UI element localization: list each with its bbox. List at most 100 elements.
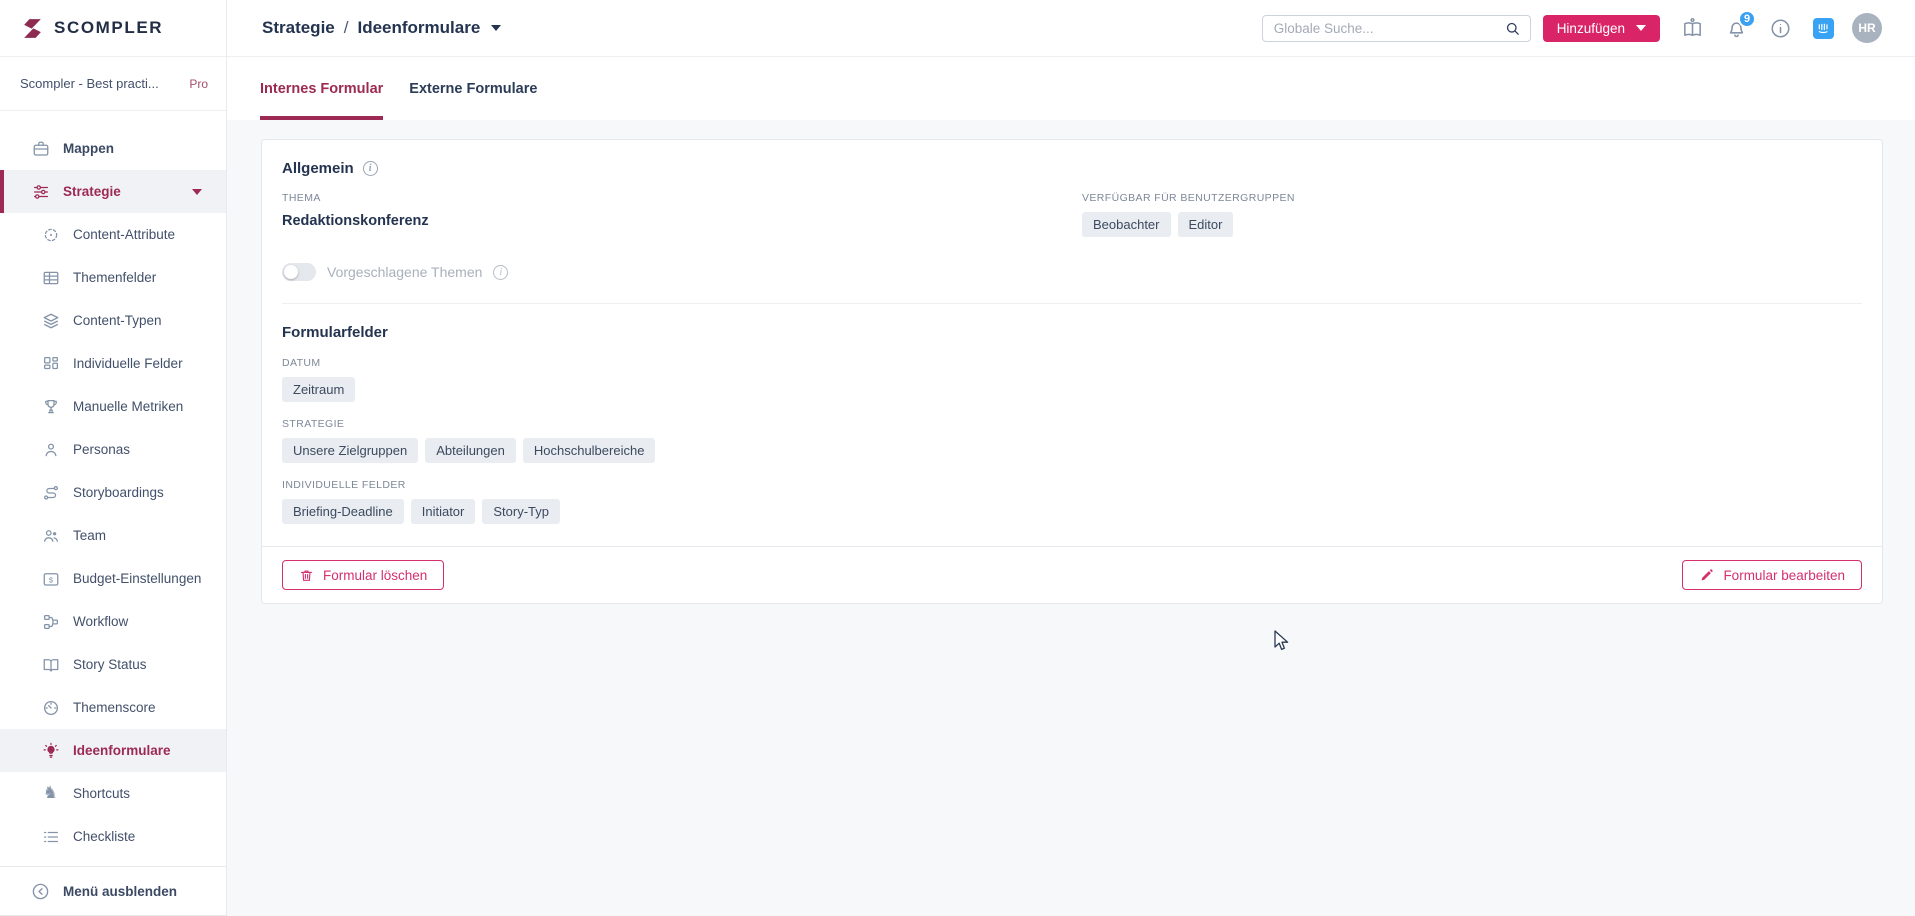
sidebar-item-workflow[interactable]: Workflow bbox=[0, 600, 226, 643]
card-footer: Formular löschen Formular bearbeiten bbox=[262, 546, 1882, 603]
collapse-menu-label: Menü ausblenden bbox=[63, 884, 177, 899]
sidebar-item-budget-einstellungen[interactable]: $ Budget-Einstellungen bbox=[0, 557, 226, 600]
sliders-icon bbox=[31, 182, 50, 201]
search-input[interactable] bbox=[1274, 21, 1504, 36]
formularfeld-tag: Unsere Zielgruppen bbox=[282, 438, 418, 463]
sidebar-item-themenscore[interactable]: Themenscore bbox=[0, 686, 226, 729]
sidebar-item-personas[interactable]: Personas bbox=[0, 428, 226, 471]
edit-form-button[interactable]: Formular bearbeiten bbox=[1682, 560, 1862, 590]
sidebar-item-checkliste[interactable]: Checkliste bbox=[0, 815, 226, 858]
workspace-selector[interactable]: Scompler - Best practi... Pro bbox=[0, 57, 226, 111]
sidebar-item-shortcuts[interactable]: ♞ Shortcuts bbox=[0, 772, 226, 815]
strategie-label: STRATEGIE bbox=[282, 418, 1862, 430]
sidebar-item-story-status[interactable]: Story Status bbox=[0, 643, 226, 686]
formularfeld-tag: Hochschulbereiche bbox=[523, 438, 656, 463]
scompler-logo-icon bbox=[20, 16, 45, 41]
tab-bar: Internes Formular Externe Formulare bbox=[227, 57, 1915, 120]
breadcrumb-current: Ideenformulare bbox=[357, 18, 480, 38]
breadcrumb-parent: Strategie bbox=[262, 18, 335, 38]
section-allgemein-title-row: Allgemein i bbox=[282, 160, 1862, 177]
chess-knight-icon: ♞ bbox=[41, 784, 60, 803]
benutzergruppe-tag: Beobachter bbox=[1082, 212, 1171, 237]
top-bar: Strategie / Ideenformulare Hinzufügen bbox=[227, 0, 1915, 57]
book-open-icon bbox=[41, 655, 60, 674]
strategie-block: STRATEGIE Unsere Zielgruppen Abteilungen… bbox=[282, 418, 1862, 463]
route-icon bbox=[41, 483, 60, 502]
sidebar-item-ideenformulare[interactable]: Ideenformulare bbox=[0, 729, 226, 772]
info-circle-icon[interactable] bbox=[1769, 17, 1792, 40]
info-icon[interactable]: i bbox=[363, 161, 378, 176]
section-title: Formularfelder bbox=[282, 324, 388, 341]
sidebar: SCOMPLER Scompler - Best practi... Pro M… bbox=[0, 0, 227, 916]
formularfeld-tag: Briefing-Deadline bbox=[282, 499, 404, 524]
info-icon[interactable]: i bbox=[493, 265, 508, 280]
chevron-down-icon bbox=[1636, 25, 1646, 31]
layers-icon bbox=[41, 311, 60, 330]
section-divider bbox=[282, 303, 1862, 304]
sidebar-item-strategie[interactable]: Strategie bbox=[0, 170, 226, 213]
thema-value: Redaktionskonferenz bbox=[282, 213, 1082, 229]
edit-form-label: Formular bearbeiten bbox=[1723, 568, 1845, 583]
trophy-icon bbox=[41, 397, 60, 416]
formularfeld-tag: Abteilungen bbox=[425, 438, 516, 463]
collapse-menu-button[interactable]: Menü ausblenden bbox=[0, 866, 226, 916]
workflow-icon bbox=[41, 612, 60, 631]
sidebar-item-manuelle-metriken[interactable]: Manuelle Metriken bbox=[0, 385, 226, 428]
benutzergruppen-label: VERFÜGBAR FÜR BENUTZERGRUPPEN bbox=[1082, 192, 1862, 204]
toggle-label: Vorgeschlagene Themen bbox=[327, 264, 482, 280]
thema-label: THEMA bbox=[282, 192, 1082, 204]
user-icon bbox=[41, 440, 60, 459]
delete-form-button[interactable]: Formular löschen bbox=[282, 560, 444, 590]
svg-text:$: $ bbox=[48, 575, 53, 584]
vorgeschlagene-themen-row: Vorgeschlagene Themen i bbox=[282, 263, 1862, 281]
avatar[interactable]: HR bbox=[1852, 13, 1882, 43]
sidebar-item-team[interactable]: Team bbox=[0, 514, 226, 557]
lightbulb-icon bbox=[41, 741, 60, 760]
academy-book-icon[interactable] bbox=[1681, 17, 1704, 40]
trash-icon bbox=[299, 568, 314, 583]
users-icon bbox=[41, 526, 60, 545]
section-formularfelder-title-row: Formularfelder bbox=[282, 324, 1862, 341]
pencil-icon bbox=[1699, 568, 1714, 583]
search-icon[interactable] bbox=[1504, 20, 1521, 37]
workspace-name: Scompler - Best practi... bbox=[20, 76, 189, 91]
datum-block: DATUM Zeitraum bbox=[282, 357, 1862, 402]
sidebar-item-storyboardings[interactable]: Storyboardings bbox=[0, 471, 226, 514]
app-logo-text: SCOMPLER bbox=[54, 18, 163, 38]
gauge-icon bbox=[41, 698, 60, 717]
intercom-chat-icon[interactable] bbox=[1813, 18, 1834, 39]
main-area: Strategie / Ideenformulare Hinzufügen bbox=[227, 0, 1915, 604]
sidebar-item-individuelle-felder[interactable]: Individuelle Felder bbox=[0, 342, 226, 385]
tab-externe-formulare[interactable]: Externe Formulare bbox=[409, 57, 537, 120]
formularfeld-tag: Zeitraum bbox=[282, 377, 355, 402]
delete-form-label: Formular löschen bbox=[323, 568, 427, 583]
sidebar-item-content-attribute[interactable]: Content-Attribute bbox=[0, 213, 226, 256]
tab-internes-formular[interactable]: Internes Formular bbox=[260, 57, 383, 120]
plan-badge: Pro bbox=[189, 77, 208, 91]
benutzergruppe-tag: Editor bbox=[1178, 212, 1234, 237]
top-bar-actions: Hinzufügen 9 bbox=[1262, 13, 1882, 43]
add-button[interactable]: Hinzufügen bbox=[1543, 15, 1660, 42]
thema-block: THEMA Redaktionskonferenz bbox=[282, 192, 1082, 237]
form-card: Allgemein i THEMA Redaktionskonferenz VE… bbox=[261, 139, 1883, 604]
sidebar-item-content-typen[interactable]: Content-Typen bbox=[0, 299, 226, 342]
sidebar-item-mappen[interactable]: Mappen bbox=[0, 127, 226, 170]
notification-badge: 9 bbox=[1738, 10, 1756, 28]
table-icon bbox=[41, 268, 60, 287]
wallet-icon: $ bbox=[41, 569, 60, 588]
briefcase-icon bbox=[31, 139, 50, 158]
benutzergruppen-block: VERFÜGBAR FÜR BENUTZERGRUPPEN Beobachter… bbox=[1082, 192, 1862, 237]
checklist-icon bbox=[41, 827, 60, 846]
vorgeschlagene-themen-toggle[interactable] bbox=[282, 263, 316, 281]
sidebar-nav: Mappen Strategie Content-Attribute bbox=[0, 111, 226, 858]
notifications-bell-icon[interactable]: 9 bbox=[1725, 17, 1748, 40]
formularfeld-tag: Story-Typ bbox=[482, 499, 560, 524]
add-button-label: Hinzufügen bbox=[1557, 21, 1625, 36]
blocks-icon bbox=[41, 354, 60, 373]
app-logo[interactable]: SCOMPLER bbox=[0, 0, 226, 57]
formularfeld-tag: Initiator bbox=[411, 499, 476, 524]
arrow-left-circle-icon bbox=[31, 882, 50, 901]
content-area: Allgemein i THEMA Redaktionskonferenz VE… bbox=[227, 120, 1915, 604]
sidebar-item-themenfelder[interactable]: Themenfelder bbox=[0, 256, 226, 299]
breadcrumb[interactable]: Strategie / Ideenformulare bbox=[262, 18, 501, 38]
